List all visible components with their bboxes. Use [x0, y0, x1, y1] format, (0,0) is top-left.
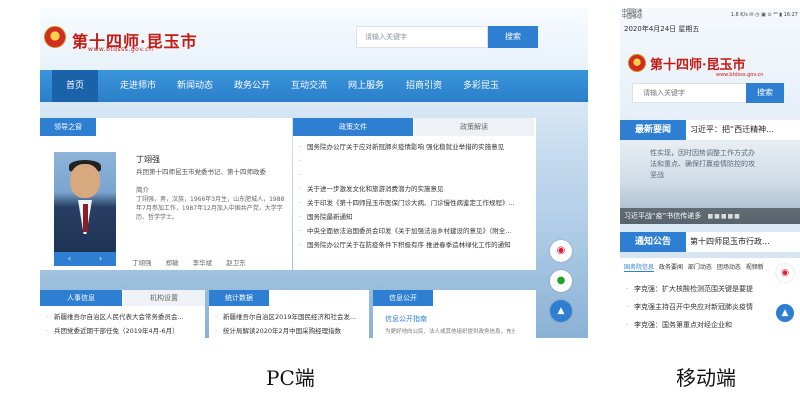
list-item[interactable]: 兵团党委近期干部任免（2019年4月-6月） — [40, 324, 205, 338]
nav-item-news[interactable]: 新闻动态 — [177, 70, 213, 102]
date-text: 2020年4月24日 星期五 — [624, 25, 700, 33]
carousel-caption: 习近平战“疫”书信传递多 ■■■■■ — [620, 208, 800, 224]
list-item-blank — [293, 168, 536, 182]
leader-role: 兵团第十四师昆玉市党委书记、第十四师政委 — [136, 168, 266, 176]
nav-item-kunyu[interactable]: 多彩昆玉 — [463, 70, 499, 102]
notice-headline[interactable]: 第十四师昆玉市行政... — [690, 232, 770, 252]
leader-name-link[interactable]: 赵卫东 — [226, 259, 246, 267]
back-to-top-icon[interactable]: ▲ — [776, 304, 794, 322]
leader-name-link[interactable]: 丁翊强 — [132, 259, 152, 267]
stats-panel: 统计数据 新疆维吾尔自治区2019年国民经济和社会发... 统计局解读2020年… — [209, 290, 369, 338]
leader-name-link[interactable]: 郑敏 — [166, 259, 179, 267]
tab-personnel-info[interactable]: 人事信息 — [40, 290, 122, 306]
list-item[interactable]: 关于进一步激发文化和旅游消费潜力的实施意见 — [293, 182, 536, 196]
info-guide-desc: 为更好地向公民、法人或其他组织提供政务信息，充分发挥政府信息对人民群众生产、生活… — [385, 329, 515, 335]
tab-gov-news[interactable]: 政务要闻 — [659, 264, 683, 271]
list-item[interactable]: 李克强：国务第重点对经企业和 — [620, 316, 800, 334]
pc-header: 第十四师·昆玉市 www.btdsss.gov.cn 请输入关键字 搜索 — [40, 8, 588, 70]
leader-window-panel: 领导之窗 丁翊强 兵团第十四师昆玉市党委书记、第十四师政委 简介 丁翊强，男，汉… — [40, 118, 292, 270]
tab-policy-interpretation[interactable]: 政策解读 — [414, 118, 534, 136]
tab-policy-documents[interactable]: 政策文件 — [293, 118, 413, 136]
mobile-news-panel: 国务院信息 政务要闻 部门动态 团场动态 视频新 李克强：扩大核酸检测范围关键是… — [620, 258, 800, 338]
latest-news-tag: 最新要闻 — [620, 120, 686, 140]
pc-site-url: www.btdsss.gov.cn — [88, 46, 154, 53]
leader-intro-label: 简介 — [136, 186, 149, 194]
nav-item-gov-affairs[interactable]: 政务公开 — [234, 70, 270, 102]
status-icons: 1.8 K/s ✉ ◷ ▣ ⊙ ⁴ᴳ ▮ 16:27 — [730, 12, 798, 18]
latest-news-bar: 最新要闻 习近平：把“西迁精神... — [620, 120, 800, 140]
weibo-icon[interactable]: ◉ — [550, 240, 572, 262]
weibo-icon[interactable]: ◉ — [776, 264, 794, 282]
list-item[interactable]: 国务院办公厅关于在防疫条件下积极有序 推进春季造林绿化工作的通知 — [293, 238, 536, 252]
mobile-news-tabs: 国务院信息 政务要闻 部门动态 团场动态 视频新 — [624, 262, 767, 272]
carrier-text: 中国联通 中国移动 — [622, 9, 643, 20]
list-item-blank — [293, 154, 536, 168]
leader-bio: 丁翊强，男，汉族，1966年3月生，山东肥城人，1988年7月参加工作，1987… — [136, 196, 285, 221]
personnel-list: 新疆维吾尔自治区人民代表大会常务委员会... 兵团党委近期干部任免（2019年4… — [40, 310, 205, 338]
info-disclosure-panel: 信息公开 信息公开指南 为更好地向公民、法人或其他组织提供政务信息，充分发挥政府… — [373, 290, 536, 338]
stats-list: 新疆维吾尔自治区2019年国民经济和社会发... 统计局解读2020年2月中国采… — [209, 310, 369, 338]
national-emblem-icon — [44, 26, 66, 48]
national-emblem-icon — [628, 54, 646, 72]
tab-dept-news[interactable]: 部门动态 — [688, 264, 712, 271]
chevron-right-icon[interactable]: › — [85, 252, 116, 266]
carousel-dots[interactable]: ■■■■■ — [708, 213, 741, 220]
caption-pc: PC端 — [266, 366, 315, 390]
carousel-image-text: 性实现，因时因势调整工作方式办法和重点、确保打赢疫情防控的攻坚战 — [650, 149, 755, 179]
mobile-news-list: 李克强：扩大核酸检测范围关键是要提 李克强主持召开中央应对新冠肺炎疫情 李克强：… — [620, 280, 800, 334]
nav-item-online-service[interactable]: 网上服务 — [348, 70, 384, 102]
pc-search-input[interactable]: 请输入关键字 — [356, 26, 488, 48]
leader-carousel-controls: ‹ › — [54, 252, 116, 266]
list-item[interactable]: 新疆维吾尔自治区人民代表大会常务委员会... — [40, 310, 205, 324]
nav-item-investment[interactable]: 招商引资 — [406, 70, 442, 102]
status-bar: 中国联通 中国移动 1.8 K/s ✉ ◷ ▣ ⊙ ⁴ᴳ ▮ 16:27 — [620, 8, 800, 22]
info-guide-link[interactable]: 信息公开指南 — [385, 314, 427, 324]
list-item[interactable]: 新疆维吾尔自治区2019年国民经济和社会发... — [209, 310, 369, 324]
tab-regiment-news[interactable]: 团场动态 — [717, 264, 741, 271]
news-carousel[interactable]: 性实现，因时因势调整工作方式办法和重点、确保打赢疫情防控的攻坚战 习近平战“疫”… — [620, 142, 800, 224]
tab-statistics[interactable]: 统计数据 — [209, 290, 269, 306]
notice-bar: 通知公告 第十四师昆玉市行政... — [620, 232, 800, 252]
tab-video[interactable]: 视频新 — [746, 264, 764, 271]
caption-mobile: 移动端 — [676, 366, 736, 390]
policy-panel: 政策文件 政策解读 国务院办公厅关于应对新冠肺炎疫情影响 强化稳就业举措的实施意… — [293, 118, 536, 270]
pc-search-button[interactable]: 搜索 — [488, 26, 538, 48]
tab-state-council[interactable]: 国务院信息 — [624, 264, 655, 272]
latest-news-headline[interactable]: 习近平：把“西迁精神... — [690, 120, 774, 140]
pc-screenshot: 第十四师·昆玉市 www.btdsss.gov.cn 请输入关键字 搜索 首页 … — [40, 8, 588, 338]
list-item[interactable]: 李克强主持召开中央应对新冠肺炎疫情 — [620, 298, 800, 316]
tab-info-disclosure[interactable]: 信息公开 — [373, 290, 433, 306]
nav-item-interaction[interactable]: 互动交流 — [291, 70, 327, 102]
notice-tag: 通知公告 — [620, 232, 686, 252]
leader-name-list: 丁翊强 郑敏 李华斌 赵卫东 — [132, 257, 292, 267]
carousel-caption-text[interactable]: 习近平战“疫”书信传递多 — [624, 212, 701, 220]
mobile-search-input[interactable]: 请输入关键字 — [632, 83, 760, 103]
list-item[interactable]: 统计局解读2020年2月中国采购经理指数 — [209, 324, 369, 338]
mobile-search-button[interactable]: 搜索 — [746, 83, 784, 103]
policy-list: 国务院办公厅关于应对新冠肺炎疫情影响 强化稳就业举措的实施意见 关于进一步激发文… — [293, 140, 536, 252]
mobile-site-url: www.btdsss.gov.cn — [716, 72, 764, 78]
chevron-left-icon[interactable]: ‹ — [54, 252, 85, 266]
mobile-screenshot: 中国联通 中国移动 1.8 K/s ✉ ◷ ▣ ⊙ ⁴ᴳ ▮ 16:27 202… — [620, 8, 800, 338]
personnel-panel: 人事信息 机构设置 新疆维吾尔自治区人民代表大会常务委员会... 兵团党委近期干… — [40, 290, 205, 338]
list-item[interactable]: 关于印发《第十四师昆玉市医保门诊大病、门诊慢性病鉴定工作规程》... — [293, 196, 536, 210]
leader-name: 丁翊强 — [136, 155, 160, 164]
list-item[interactable]: 国务院最新通知 — [293, 210, 536, 224]
tab-organization[interactable]: 机构设置 — [123, 290, 205, 306]
list-item[interactable]: 国务院办公厅关于应对新冠肺炎疫情影响 强化稳就业举措的实施意见 — [293, 140, 536, 154]
leader-name-link[interactable]: 李华斌 — [193, 259, 213, 267]
mobile-site-title[interactable]: 第十四师·昆玉市 — [650, 54, 746, 73]
leader-window-tab[interactable]: 领导之窗 — [40, 118, 96, 136]
list-item[interactable]: 李克强：扩大核酸检测范围关键是要提 — [620, 280, 800, 298]
pc-main-nav: 首页 走进师市 新闻动态 政务公开 互动交流 网上服务 招商引资 多彩昆玉 — [40, 70, 588, 102]
leader-photo[interactable] — [54, 152, 116, 252]
list-item[interactable]: 中央全面依法治国委员会印发《关于加强法治乡村建设的意见》（附全... — [293, 224, 536, 238]
wechat-icon[interactable]: ● — [550, 270, 572, 292]
back-to-top-icon[interactable]: ▲ — [550, 300, 572, 322]
nav-item-home[interactable]: 首页 — [52, 70, 99, 102]
nav-item-about[interactable]: 走进师市 — [120, 70, 156, 102]
